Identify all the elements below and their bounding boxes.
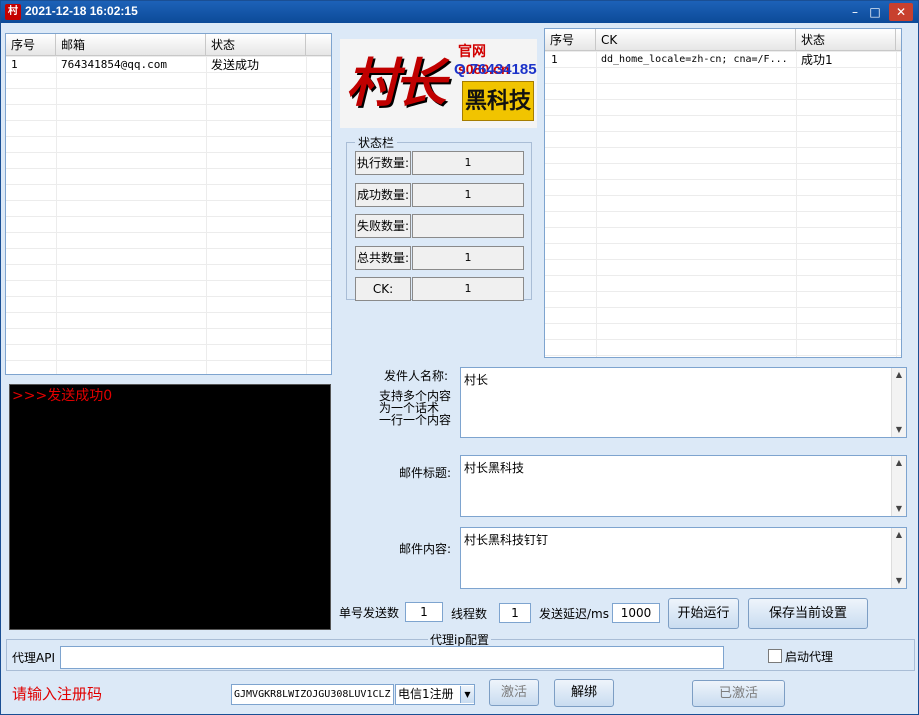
scroll-down-icon[interactable]: ▼ [892, 502, 906, 516]
close-button[interactable]: ✕ [889, 3, 913, 21]
subject-scrollbar[interactable]: ▲ ▼ [891, 456, 906, 516]
stat-executed-value: 1 [412, 151, 524, 175]
row-status: 成功1 [801, 53, 833, 67]
brand-logo: 村长 官网 s080.cn Q.764341854 黑科技 [340, 39, 537, 128]
minimize-button[interactable]: – [845, 3, 865, 21]
email-list-header: 序号 邮箱 状态 [6, 34, 331, 56]
chevron-down-icon[interactable]: ▼ [460, 686, 474, 703]
sender-scrollbar[interactable]: ▲ ▼ [891, 368, 906, 437]
row-index: 1 [551, 53, 558, 66]
stat-success-value: 1 [412, 183, 524, 207]
grid-line [896, 51, 897, 357]
stat-ck-value: 1 [412, 277, 524, 301]
ck-list[interactable]: 序号 CK 状态 1 dd_home_locale=zh-cn; cna=/F.… [544, 28, 902, 358]
email-list-grid [6, 56, 331, 374]
stat-executed-label: 执行数量: [355, 151, 411, 175]
grid-line [206, 56, 207, 374]
delay-label: 发送延迟/ms [539, 607, 609, 621]
stat-failed-value [412, 214, 524, 238]
logo-mark: 村长 [346, 53, 446, 114]
enable-proxy-label[interactable]: 启动代理 [785, 648, 833, 665]
app-icon: 村 [5, 4, 21, 20]
activated-button[interactable]: 已激活 [692, 680, 785, 707]
ck-list-grid [545, 51, 901, 357]
proxy-api-input[interactable] [60, 646, 724, 669]
col-index[interactable]: 序号 [545, 29, 596, 51]
log-line: >>>发送成功0 [12, 388, 113, 404]
stat-ck-label: CK: [355, 277, 411, 301]
grid-line [306, 56, 307, 374]
stat-success-label: 成功数量: [355, 183, 411, 207]
subject-text: 村长黑科技 [464, 461, 525, 475]
threads-input[interactable]: 1 [499, 603, 531, 623]
logo-tag: 黑科技 [462, 81, 534, 121]
registration-code-input[interactable]: GJMVGKR8LWIZOJGU308LUV1CLZ [231, 684, 394, 705]
stat-failed-label: 失败数量: [355, 214, 411, 238]
stat-total-value: 1 [412, 246, 524, 270]
main-window: 村 2021-12-18 16:02:15 – □ ✕ 序号 邮箱 状态 1 7… [0, 0, 919, 715]
row-email: 764341854@qq.com [61, 58, 167, 71]
col-email[interactable]: 邮箱 [56, 34, 206, 56]
row-index: 1 [11, 58, 18, 71]
scroll-down-icon[interactable]: ▼ [892, 423, 906, 437]
logo-qq: Q.764341854 [454, 61, 537, 78]
activate-button[interactable]: 激活 [489, 679, 539, 706]
row-status: 发送成功 [211, 58, 260, 72]
grid-line [796, 51, 797, 357]
scroll-up-icon[interactable]: ▲ [892, 368, 906, 382]
scroll-up-icon[interactable]: ▲ [892, 528, 906, 542]
per-account-label: 单号发送数 [339, 606, 400, 620]
content-label: 邮件内容: [398, 542, 451, 556]
threads-label: 线程数 [451, 607, 488, 621]
grid-line [596, 51, 597, 357]
status-panel-title: 状态栏 [355, 134, 398, 151]
content-textarea[interactable]: 村长黑科技钉钉 ▲ ▼ [460, 527, 907, 589]
sender-text: 村长 [464, 373, 489, 387]
delay-input[interactable]: 1000 [612, 603, 660, 623]
content-text: 村长黑科技钉钉 [464, 533, 549, 547]
content-scrollbar[interactable]: ▲ ▼ [891, 528, 906, 588]
start-button[interactable]: 开始运行 [668, 598, 739, 629]
log-console[interactable]: >>>发送成功0 [9, 384, 331, 630]
col-index[interactable]: 序号 [6, 34, 56, 56]
per-account-input[interactable]: 1 [405, 602, 443, 622]
subject-label: 邮件标题: [398, 466, 451, 480]
scroll-up-icon[interactable]: ▲ [892, 456, 906, 470]
sender-textarea[interactable]: 村长 ▲ ▼ [460, 367, 907, 438]
grid-line [56, 56, 57, 374]
title-bar: 村 2021-12-18 16:02:15 – □ ✕ [1, 1, 918, 23]
subject-textarea[interactable]: 村长黑科技 ▲ ▼ [460, 455, 907, 517]
window-title: 2021-12-18 16:02:15 [25, 4, 138, 18]
save-settings-button[interactable]: 保存当前设置 [748, 598, 868, 629]
col-ck[interactable]: CK [596, 29, 796, 51]
col-status[interactable]: 状态 [206, 34, 306, 56]
scroll-down-icon[interactable]: ▼ [892, 574, 906, 588]
maximize-button[interactable]: □ [865, 3, 885, 21]
email-list[interactable]: 序号 邮箱 状态 1 764341854@qq.com 发送成功 [5, 33, 332, 375]
col-status[interactable]: 状态 [796, 29, 896, 51]
ck-list-header: 序号 CK 状态 [545, 29, 901, 51]
proxy-api-label: 代理API [12, 651, 55, 665]
registration-prompt: 请输入注册码 [12, 685, 103, 703]
enable-proxy-checkbox[interactable] [768, 649, 782, 663]
unbind-button[interactable]: 解绑 [554, 679, 614, 707]
sender-label: 发件人名称: [383, 369, 448, 383]
row-ck: dd_home_locale=zh-cn; cna=/F... [601, 54, 788, 65]
sender-hint: 支持多个内容 为一个话术 一行一个内容 [379, 389, 452, 427]
stat-total-label: 总共数量: [355, 246, 411, 270]
